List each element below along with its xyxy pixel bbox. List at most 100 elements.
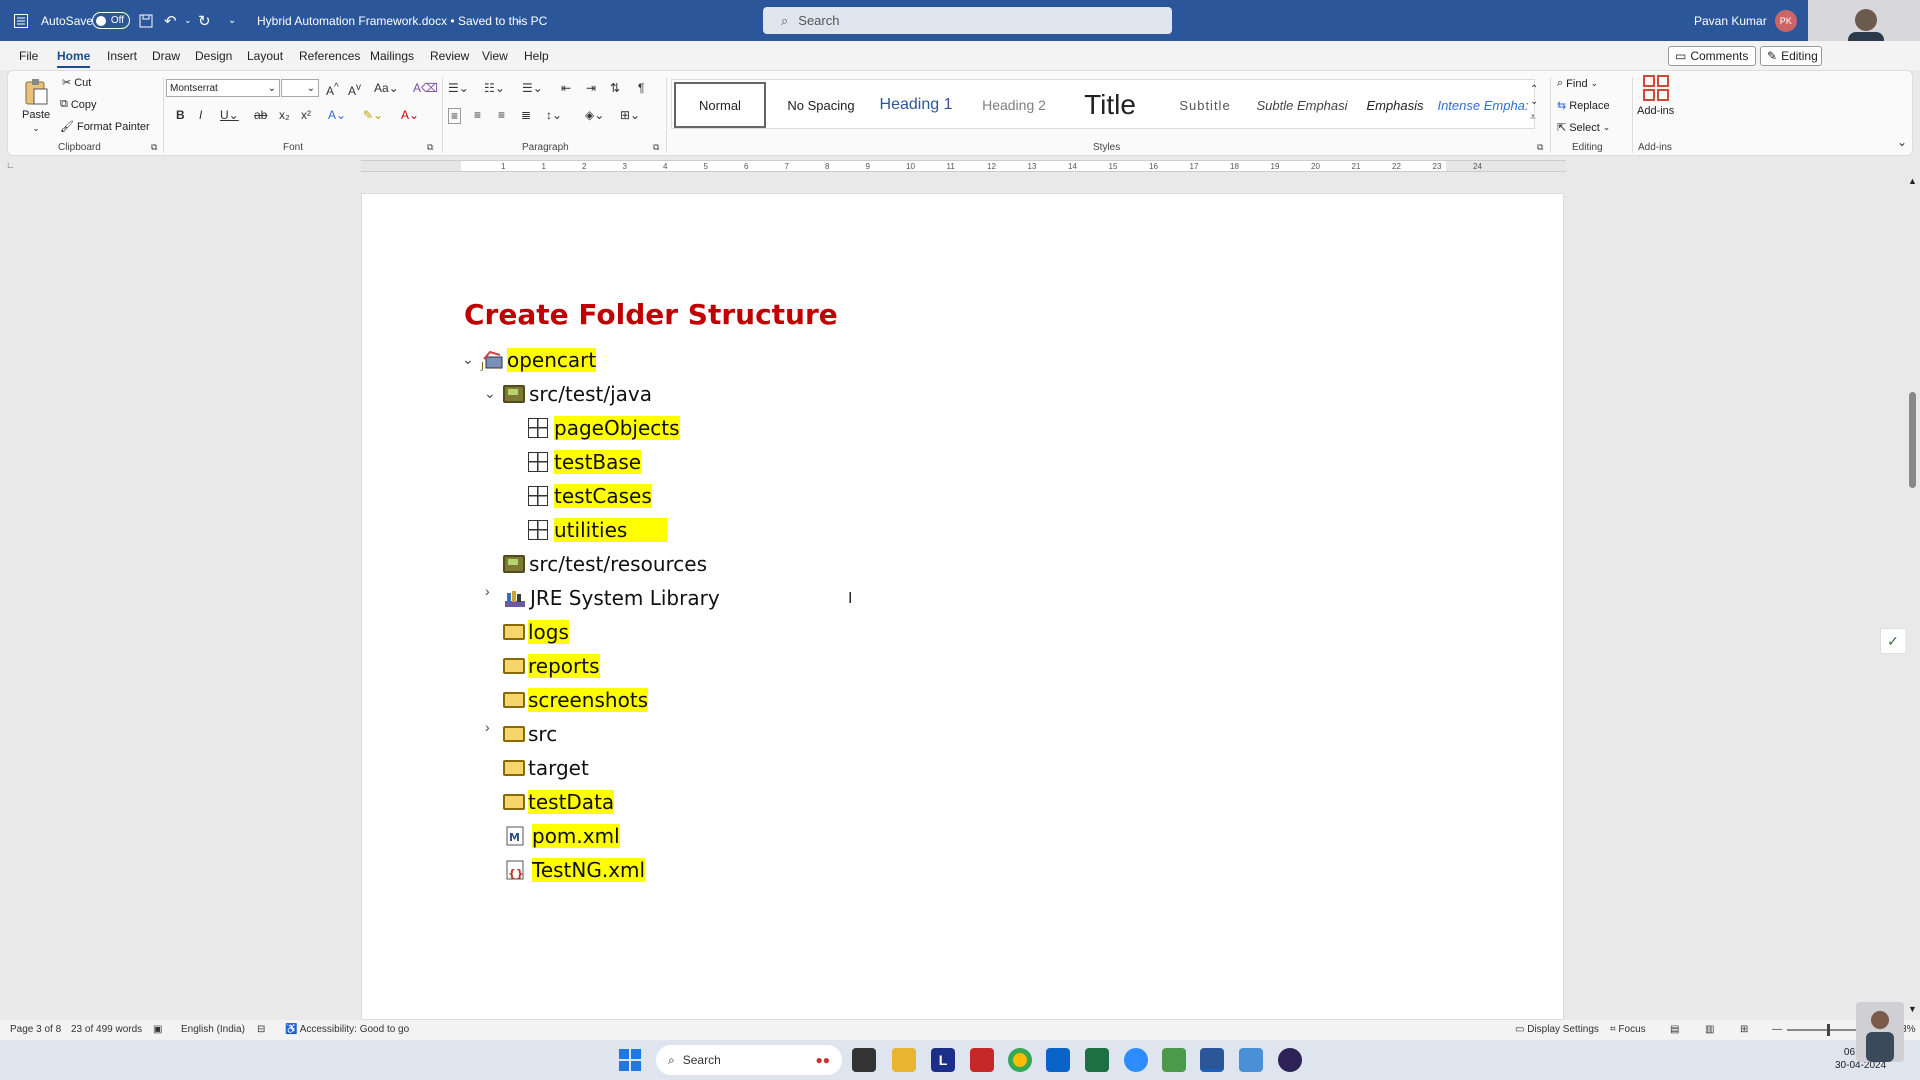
tree-row-src-test-resources[interactable]: src/test/resources (503, 549, 707, 579)
display-settings[interactable]: ▭ Display Settings (1515, 1024, 1599, 1035)
word-count[interactable]: 23 of 499 words (71, 1024, 142, 1035)
font-color-icon[interactable]: A⌄ (401, 108, 419, 122)
show-marks-icon[interactable]: ¶ (638, 81, 644, 95)
zoom-icon[interactable] (1124, 1048, 1148, 1072)
windows-start-icon[interactable] (618, 1048, 642, 1072)
replace-button[interactable]: ⇆ Replace (1557, 99, 1610, 113)
save-icon[interactable] (139, 0, 153, 41)
font-launcher-icon[interactable]: ⧉ (427, 142, 433, 153)
tab-view[interactable]: View (482, 49, 508, 63)
tab-home[interactable]: Home (57, 49, 91, 68)
decrease-indent-icon[interactable]: ⇤ (561, 81, 571, 95)
editing-mode-button[interactable]: ✎ Editing (1760, 46, 1822, 66)
tab-mailings[interactable]: Mailings (370, 49, 414, 63)
align-left-icon[interactable]: ≡ (448, 108, 462, 124)
style-normal[interactable]: Normal (674, 82, 766, 128)
excel-icon[interactable] (1085, 1048, 1109, 1072)
document-title[interactable]: Hybrid Automation Framework.docx • Saved… (257, 0, 547, 41)
autosave-toggle[interactable]: Off (84, 0, 130, 41)
search-input[interactable]: ⌕ Search (763, 7, 1172, 34)
word-icon[interactable] (1200, 1048, 1224, 1072)
photos-icon[interactable] (1162, 1048, 1186, 1072)
undo-dropdown-icon[interactable]: ⌄ (184, 0, 192, 41)
subscript-icon[interactable]: x₂ (279, 108, 290, 122)
word-app-icon[interactable] (14, 0, 28, 41)
style-subtitle[interactable]: Subtitle (1158, 80, 1252, 130)
tab-review[interactable]: Review (430, 49, 469, 63)
style-heading-1[interactable]: Heading 1 (866, 80, 966, 130)
tree-row-package[interactable]: pageObjects (528, 413, 680, 443)
taskbar-search[interactable]: ⌕ Search ●● (656, 1045, 842, 1075)
font-name-select[interactable]: Montserrat ⌄ (166, 79, 280, 97)
ribbon-collapse-icon[interactable]: ⌄ (1897, 135, 1907, 149)
line-spacing-icon[interactable]: ↕⌄ (546, 108, 562, 122)
superscript-icon[interactable]: x² (301, 108, 311, 122)
customize-toolbar-icon[interactable]: ⌄ (228, 0, 236, 41)
notepad-icon[interactable] (1239, 1048, 1263, 1072)
paste-button[interactable]: Paste ⌄ (22, 77, 50, 134)
accessibility-status[interactable]: ♿ Accessibility: Good to go (285, 1024, 409, 1035)
highlight-icon[interactable]: ✎⌄ (363, 108, 383, 122)
tab-design[interactable]: Design (195, 49, 232, 63)
cut-button[interactable]: ✂ Cut (62, 76, 91, 90)
text-effects-icon[interactable]: A⌄ (328, 108, 346, 122)
web-layout-icon[interactable]: ⊞ (1740, 1024, 1748, 1035)
style-title[interactable]: Title (1062, 80, 1158, 130)
shading-icon[interactable]: ◈⌄ (585, 108, 604, 122)
page-count[interactable]: Page 3 of 8 (10, 1024, 61, 1035)
scroll-down-icon[interactable]: ▼ (1908, 1004, 1917, 1014)
paragraph-launcher-icon[interactable]: ⧉ (653, 142, 659, 153)
italic-icon[interactable]: I (199, 108, 202, 122)
print-layout-icon[interactable]: ▥ (1705, 1024, 1714, 1035)
chrome-icon[interactable] (1008, 1048, 1032, 1072)
tree-row-src-test-java[interactable]: src/test/java (503, 379, 652, 409)
read-mode-icon[interactable]: ▤ (1670, 1024, 1679, 1035)
zoom-out-icon[interactable]: — (1772, 1024, 1782, 1035)
scroll-up-icon[interactable]: ▲ (1908, 176, 1917, 186)
sort-icon[interactable]: ⇅ (610, 81, 620, 95)
add-ins-button[interactable]: Add-ins (1637, 75, 1674, 117)
scroll-thumb[interactable] (1909, 392, 1916, 488)
comments-button[interactable]: ▭ Comments (1668, 46, 1756, 66)
language[interactable]: English (India) (181, 1024, 245, 1035)
page-heading[interactable]: Create Folder Structure (464, 298, 838, 331)
zoom-slider-thumb[interactable] (1827, 1024, 1830, 1036)
increase-indent-icon[interactable]: ⇥ (586, 81, 596, 95)
mcafee-icon[interactable] (970, 1048, 994, 1072)
tab-file[interactable]: File (19, 49, 38, 63)
document-page[interactable]: Create Folder Structure ⌄ J opencart ⌄ s… (361, 193, 1564, 1020)
text-predictions-icon[interactable]: ⊟ (257, 1024, 265, 1035)
underline-icon[interactable]: U⌄ (220, 108, 239, 122)
styles-launcher-icon[interactable]: ⧉ (1537, 142, 1543, 153)
eclipse-icon[interactable] (1278, 1048, 1302, 1072)
style-no-spacing[interactable]: No Spacing (776, 80, 866, 130)
tree-row-folder[interactable]: testData (503, 787, 615, 817)
editor-check-icon[interactable]: ✓ (1880, 628, 1906, 654)
style-emphasis[interactable]: Emphasis (1352, 80, 1438, 130)
proofing-icon[interactable]: ▣ (153, 1024, 162, 1035)
tree-row-package[interactable]: testCases (528, 481, 652, 511)
tree-row-file[interactable]: {} TestNG.xml (505, 855, 646, 885)
redo-icon[interactable]: ↻ (198, 0, 211, 41)
strikethrough-icon[interactable]: ab (254, 108, 267, 122)
tree-row-opencart[interactable]: J opencart (480, 345, 597, 375)
tab-layout[interactable]: Layout (247, 49, 283, 63)
outlook-icon[interactable] (1046, 1048, 1070, 1072)
numbering-icon[interactable]: ☷⌄ (484, 81, 505, 95)
tab-draw[interactable]: Draw (152, 49, 180, 63)
styles-scroll-down-icon[interactable]: ⌄ (1530, 95, 1538, 109)
tab-selector-icon[interactable]: ∟ (6, 160, 15, 170)
select-button[interactable]: ⇱ Select ⌄ (1557, 121, 1610, 135)
tree-row-package[interactable]: testBase (528, 447, 642, 477)
font-size-select[interactable]: ⌄ (281, 79, 319, 97)
justify-icon[interactable]: ≣ (521, 108, 531, 122)
multilevel-list-icon[interactable]: ☰⌄ (522, 81, 543, 95)
format-painter-button[interactable]: 🖌 Format Painter (60, 120, 150, 134)
tab-help[interactable]: Help (524, 49, 549, 63)
style-intense-emphasis[interactable]: Intense Empha: (1438, 80, 1528, 130)
task-view-icon[interactable] (852, 1048, 876, 1072)
user-account[interactable]: Pavan Kumar PK (1694, 0, 1797, 41)
borders-icon[interactable]: ⊞⌄ (620, 108, 640, 122)
tab-insert[interactable]: Insert (107, 49, 137, 63)
app-l-icon[interactable]: L (931, 1048, 955, 1072)
